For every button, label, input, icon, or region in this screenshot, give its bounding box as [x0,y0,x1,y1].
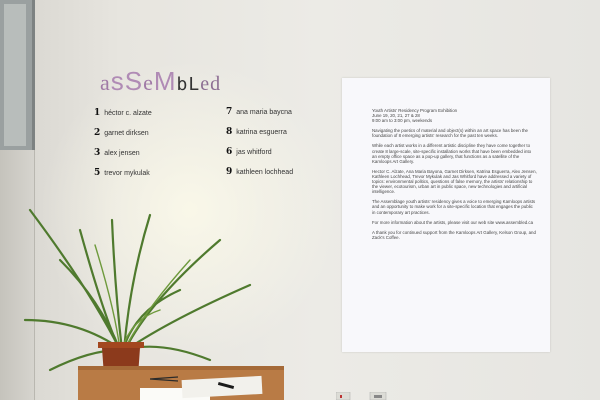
artist-entry: 3 alex jensen [94,148,140,158]
title-fragment-3: e [143,70,154,95]
poster-paragraph: For more information about the artists, … [372,219,534,225]
artist-entry: 5 trevor mykulak [94,168,150,178]
poster-paragraph: While each artist works in a different a… [372,143,532,164]
poster-text: Youth Artists' Residency Program Exhibit… [372,108,537,245]
artist-number: 9 [226,167,233,177]
artist-name: kathleen lochhead [236,169,294,176]
artist-number: 6 [226,147,233,157]
artist-name: trevor mykulak [104,170,150,177]
scissors [150,376,178,382]
artist-number: 8 [226,127,233,137]
artist-entry: 9 kathleen lochhead [226,167,293,177]
exhibition-poster: Youth Artists' Residency Program Exhibit… [342,78,550,352]
artist-name: jas whitford [236,149,272,156]
artist-name: ana maria baycna [236,109,292,116]
artist-name: alex jensen [104,150,140,157]
poster-paragraph: The Assemblage youth artists' residency … [372,199,536,215]
artist-number: 5 [94,168,101,178]
artist-name: héctor c. alzate [104,110,152,117]
exhibition-title: asSeMbLed [100,66,221,97]
artist-number: 3 [94,148,101,158]
artist-entry: 6 jas whitford [226,147,272,157]
artist-number: 1 [94,108,101,118]
title-fragment-1: a [100,70,111,95]
gallery-wall-scene: asSeMbLed 1 héctor c. alzate 2 garnet dirk… [0,0,600,400]
wall-outlets [336,392,387,400]
poster-hours: 9:00 am to 3:00 pm, weekends [372,118,433,124]
artist-entry: 7 ana maria baycna [226,107,292,117]
window-pane [4,4,26,146]
artist-name: katrina esguerra [236,129,287,136]
artist-entry: 1 héctor c. alzate [94,108,152,118]
artist-entry: 8 katrina esguerra [226,127,287,137]
title-fragment-6: ed [200,73,222,95]
title-fragment-4: M [153,66,177,96]
poster-header: Youth Artists' Residency Program Exhibit… [372,108,537,123]
poster-paragraph: Hector C. Alzate, Ana Maria Bayona, Garn… [372,168,537,195]
title-fragment-5: bL [176,74,201,95]
poster-paragraph: Navigating the poetics of material and o… [372,128,528,139]
artist-number: 7 [226,107,233,117]
artist-number: 2 [94,128,101,138]
artist-entry: 2 garnet dirksen [94,128,149,138]
window-frame [0,0,35,150]
title-fragment-2: sS [110,66,144,96]
poster-paragraph: A thank you for continued support from t… [372,229,536,240]
artist-name: garnet dirksen [104,130,149,137]
